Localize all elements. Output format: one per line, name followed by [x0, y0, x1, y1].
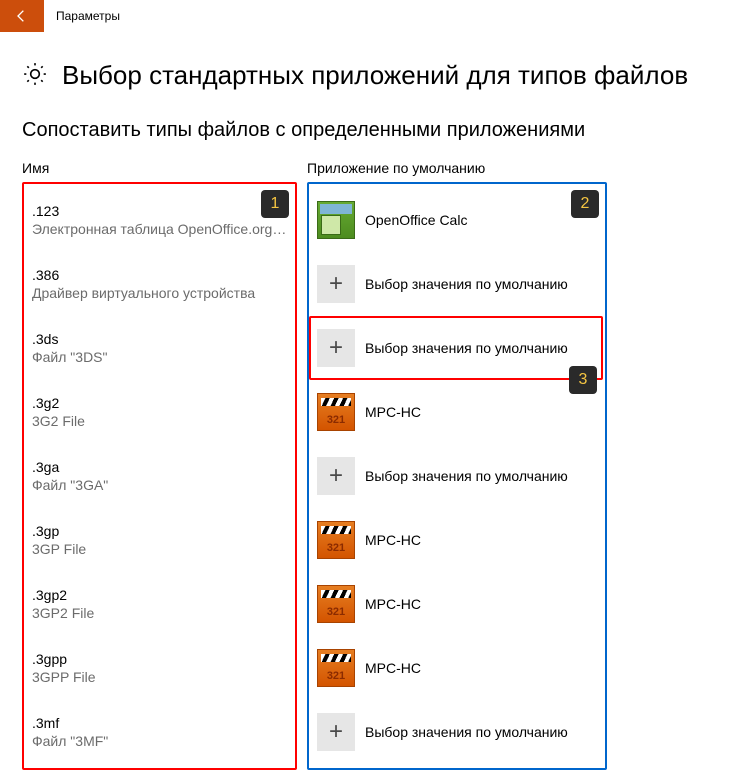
file-type-row[interactable]: .3gpp 3GPP File [30, 636, 289, 700]
file-extension: .3ds [32, 331, 289, 347]
file-description: 3GPP File [32, 669, 289, 685]
default-app-label: MPC-HC [365, 404, 421, 420]
file-description: Электронная таблица OpenOffice.org… [32, 221, 289, 237]
mpc-hc-icon: 321 [317, 393, 355, 431]
default-app-label: MPC-HC [365, 532, 421, 548]
mpc-hc-icon: 321 [317, 649, 355, 687]
plus-icon: + [317, 713, 355, 751]
titlebar: Параметры [0, 0, 732, 32]
file-extension: .123 [32, 203, 289, 219]
default-app-row[interactable]: 321 MPC-HC [311, 380, 603, 444]
arrow-left-icon [14, 8, 30, 24]
file-type-row[interactable]: .3mf Файл "3MF" [30, 700, 289, 764]
default-app-label: MPC-HC [365, 660, 421, 676]
file-description: Файл "3GA" [32, 477, 289, 493]
gear-icon [22, 61, 48, 90]
file-extension: .3gp2 [32, 587, 289, 603]
plus-icon: + [317, 457, 355, 495]
default-app-row[interactable]: +Выбор значения по умолчанию3 [309, 316, 603, 380]
file-description: 3G2 File [32, 413, 289, 429]
default-app-row[interactable]: + Выбор значения по умолчанию [311, 700, 603, 764]
mpc-hc-icon: 321 [317, 521, 355, 559]
window-title: Параметры [56, 9, 120, 23]
plus-icon: + [317, 329, 355, 367]
default-app-row[interactable]: + Выбор значения по умолчанию [311, 252, 603, 316]
file-extension: .386 [32, 267, 289, 283]
file-type-row[interactable]: .3gp 3GP File [30, 508, 289, 572]
plus-icon: + [317, 265, 355, 303]
file-extension: .3gp [32, 523, 289, 539]
default-app-row[interactable]: 321 MPC-HC [311, 572, 603, 636]
file-extension: .3ga [32, 459, 289, 475]
annotation-badge-1: 1 [261, 190, 289, 218]
file-type-row[interactable]: .386 Драйвер виртуального устройства [30, 252, 289, 316]
file-type-row[interactable]: .3gp2 3GP2 File [30, 572, 289, 636]
default-app-label: Выбор значения по умолчанию [365, 468, 568, 484]
page-subtitle: Сопоставить типы файлов с определенными … [22, 119, 710, 142]
default-app-row[interactable]: 321 MPC-HC [311, 636, 603, 700]
default-app-row[interactable]: 321 MPC-HC [311, 508, 603, 572]
file-description: Файл "3DS" [32, 349, 289, 365]
file-description: 3GP2 File [32, 605, 289, 621]
file-type-row[interactable]: .3ga Файл "3GA" [30, 444, 289, 508]
default-app-label: OpenOffice Calc [365, 212, 467, 228]
default-app-label: Выбор значения по умолчанию [365, 724, 568, 740]
default-app-label: Выбор значения по умолчанию [365, 340, 568, 356]
column-header-app: Приложение по умолчанию [307, 160, 607, 176]
file-type-list: 1 .123 Электронная таблица OpenOffice.org… [22, 182, 297, 770]
file-extension: .3gpp [32, 651, 289, 667]
default-app-row[interactable]: OpenOffice Calc [311, 188, 603, 252]
default-app-label: MPC-HC [365, 596, 421, 612]
default-app-row[interactable]: + Выбор значения по умолчанию [311, 444, 603, 508]
file-type-row[interactable]: .123 Электронная таблица OpenOffice.org… [30, 188, 289, 252]
file-type-row[interactable]: .3g2 3G2 File [30, 380, 289, 444]
default-app-label: Выбор значения по умолчанию [365, 276, 568, 292]
mpc-hc-icon: 321 [317, 585, 355, 623]
file-extension: .3mf [32, 715, 289, 731]
file-description: Драйвер виртуального устройства [32, 285, 289, 301]
openoffice-calc-icon [317, 201, 355, 239]
file-type-row[interactable]: .3ds Файл "3DS" [30, 316, 289, 380]
back-button[interactable] [0, 0, 44, 32]
default-app-list: 2 OpenOffice Calc+Выбор значения по умол… [307, 182, 607, 770]
column-header-name: Имя [22, 160, 297, 176]
file-extension: .3g2 [32, 395, 289, 411]
file-description: 3GP File [32, 541, 289, 557]
file-description: Файл "3MF" [32, 733, 289, 749]
page-title: Выбор стандартных приложений для типов ф… [62, 60, 688, 91]
